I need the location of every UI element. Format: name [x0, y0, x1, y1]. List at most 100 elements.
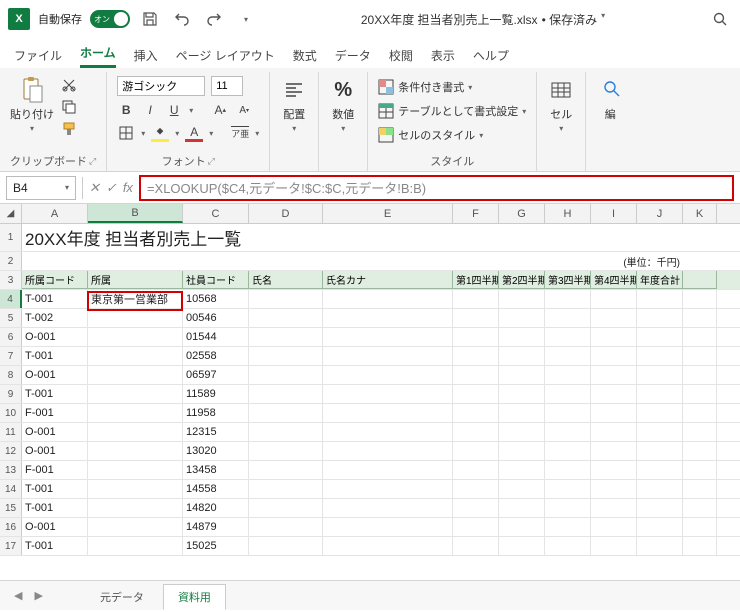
cell[interactable]	[683, 404, 717, 422]
col-header[interactable]: F	[453, 204, 499, 223]
cell[interactable]	[323, 404, 453, 422]
cell[interactable]	[323, 442, 453, 460]
row-header[interactable]: 10	[0, 404, 22, 422]
row-header[interactable]: 15	[0, 499, 22, 517]
cell[interactable]	[499, 499, 545, 517]
tab-formulas[interactable]: 数式	[293, 47, 317, 68]
cell[interactable]	[249, 347, 323, 365]
cell[interactable]	[591, 518, 637, 536]
cell[interactable]	[453, 461, 499, 479]
cell[interactable]	[249, 423, 323, 441]
cell[interactable]	[591, 347, 637, 365]
cell[interactable]: 第3四半期	[545, 271, 591, 289]
cell[interactable]: T-001	[22, 347, 88, 365]
cell[interactable]	[545, 461, 591, 479]
cell[interactable]	[591, 385, 637, 403]
cell[interactable]	[453, 499, 499, 517]
font-shrink-icon[interactable]: A▾	[235, 101, 253, 119]
cell[interactable]: 06597	[183, 366, 249, 384]
cell[interactable]	[637, 461, 683, 479]
copy-icon[interactable]	[60, 98, 78, 116]
cell[interactable]	[637, 537, 683, 555]
col-header[interactable]: J	[637, 204, 683, 223]
cell[interactable]	[683, 366, 717, 384]
sheet-nav-next-icon[interactable]: ▶	[30, 589, 46, 602]
cell[interactable]: O-001	[22, 442, 88, 460]
cell[interactable]	[453, 404, 499, 422]
alignment-button[interactable]: 配置 ▾	[280, 76, 308, 133]
cell[interactable]	[323, 347, 453, 365]
cell[interactable]	[545, 385, 591, 403]
cell[interactable]	[249, 461, 323, 479]
tab-file[interactable]: ファイル	[14, 47, 62, 68]
cell[interactable]	[88, 309, 183, 327]
cell[interactable]	[637, 423, 683, 441]
cancel-formula-icon[interactable]: ✕	[89, 180, 100, 196]
cell[interactable]: O-001	[22, 423, 88, 441]
cut-icon[interactable]	[60, 76, 78, 94]
cell[interactable]	[88, 537, 183, 555]
cell[interactable]	[591, 499, 637, 517]
cell[interactable]	[88, 499, 183, 517]
cell[interactable]: 10568	[183, 290, 249, 308]
cell[interactable]	[249, 385, 323, 403]
cell[interactable]: F-001	[22, 404, 88, 422]
cell[interactable]	[249, 480, 323, 498]
col-header[interactable]: A	[22, 204, 88, 223]
cell[interactable]	[249, 366, 323, 384]
cell[interactable]: T-001	[22, 499, 88, 517]
spreadsheet-grid[interactable]: ◢ A B C D E F G H I J K 120XX年度 担当者別売上一覧…	[0, 204, 740, 580]
font-name-input[interactable]	[117, 76, 205, 96]
qat-dropdown-icon[interactable]: ▾	[234, 7, 258, 31]
cell[interactable]	[249, 537, 323, 555]
row-header[interactable]: 12	[0, 442, 22, 460]
cell[interactable]	[545, 366, 591, 384]
cell[interactable]	[249, 499, 323, 517]
cell[interactable]	[637, 366, 683, 384]
tab-review[interactable]: 校閲	[389, 47, 413, 68]
redo-icon[interactable]	[202, 7, 226, 31]
cell[interactable]	[591, 442, 637, 460]
cells-button[interactable]: セル ▾	[547, 76, 575, 133]
cell[interactable]: 12315	[183, 423, 249, 441]
cell[interactable]	[323, 385, 453, 403]
search-icon[interactable]	[708, 7, 732, 31]
cell[interactable]	[545, 328, 591, 346]
cell[interactable]	[88, 518, 183, 536]
format-painter-icon[interactable]	[60, 120, 78, 138]
paste-button[interactable]: 貼り付け ▾	[10, 76, 54, 133]
cell[interactable]	[499, 309, 545, 327]
col-header[interactable]: E	[323, 204, 453, 223]
sheet-nav-prev-icon[interactable]: ◀	[10, 589, 26, 602]
cell[interactable]	[249, 404, 323, 422]
undo-icon[interactable]	[170, 7, 194, 31]
cell[interactable]: 14879	[183, 518, 249, 536]
cell[interactable]	[637, 309, 683, 327]
cell-styles-button[interactable]: セルのスタイル ▾	[378, 124, 483, 146]
cell[interactable]	[545, 518, 591, 536]
cell[interactable]	[637, 518, 683, 536]
cell[interactable]: 13458	[183, 461, 249, 479]
cell[interactable]	[683, 537, 717, 555]
cell[interactable]: 氏名カナ	[323, 271, 453, 289]
cell[interactable]: 14820	[183, 499, 249, 517]
number-format-button[interactable]: % 数値 ▾	[329, 76, 357, 133]
cell[interactable]	[88, 480, 183, 498]
cell[interactable]	[545, 404, 591, 422]
cell[interactable]	[453, 290, 499, 308]
dialog-launcher-icon[interactable]: ⤢	[89, 156, 96, 167]
accept-formula-icon[interactable]: ✓	[106, 180, 117, 196]
cell[interactable]	[637, 480, 683, 498]
cell[interactable]: 13020	[183, 442, 249, 460]
tab-page-layout[interactable]: ページ レイアウト	[176, 47, 275, 68]
sheet-tab[interactable]: 元データ	[85, 584, 159, 610]
cell[interactable]	[453, 347, 499, 365]
cell[interactable]	[545, 499, 591, 517]
cell[interactable]: 第2四半期	[499, 271, 545, 289]
tab-insert[interactable]: 挿入	[134, 47, 158, 68]
cell[interactable]	[637, 385, 683, 403]
cell[interactable]	[323, 423, 453, 441]
cell[interactable]	[323, 480, 453, 498]
cell[interactable]	[637, 347, 683, 365]
cell[interactable]	[637, 499, 683, 517]
